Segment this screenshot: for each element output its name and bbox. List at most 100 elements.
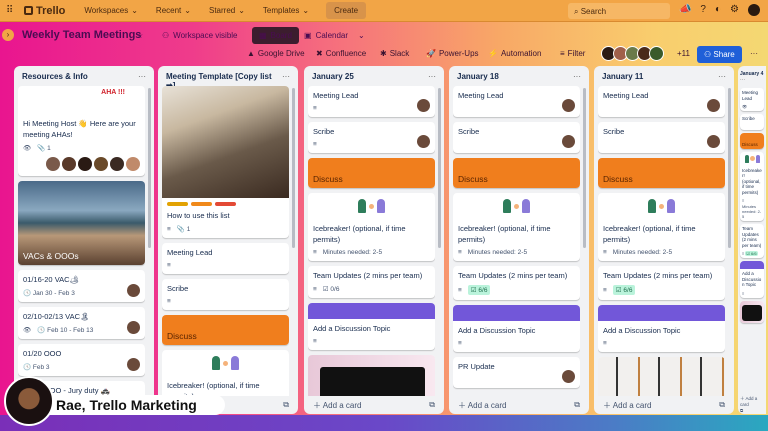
megaphone-icon[interactable]: 📣 [679, 4, 691, 16]
list-scrollbar[interactable] [148, 88, 151, 248]
member-avatar[interactable] [46, 157, 60, 171]
card[interactable]: Add a Discussion Topic ≡ [308, 303, 435, 350]
card[interactable]: Icebreaker! (optional, if time permits)≡… [162, 350, 289, 396]
member-avatar[interactable] [94, 157, 108, 171]
card[interactable]: PR Update [453, 357, 580, 388]
list-menu-icon[interactable]: ··· [740, 77, 745, 83]
card[interactable]: Icebreaker! (optional, if time permits)≡… [598, 193, 725, 261]
card[interactable]: Discuss [740, 132, 764, 149]
create-button[interactable]: Create [326, 2, 367, 19]
member-avatar[interactable] [127, 321, 140, 334]
member-avatar[interactable] [562, 370, 575, 383]
card-template-icon[interactable]: ⧉ [719, 400, 725, 410]
member-avatar[interactable] [417, 135, 430, 148]
card-template-icon[interactable]: ⧉ [574, 400, 580, 410]
list-title[interactable]: January 25 [312, 72, 354, 81]
trello-logo[interactable]: Trello [24, 5, 65, 17]
card[interactable]: 01/20 OOO 🕓 Feb 3 [18, 344, 145, 376]
card[interactable]: 02/10-02/13 VAC🏝 👁 🕓 Feb 10 - Feb 13 [18, 307, 145, 339]
nav-starred[interactable]: Starred ⌄ [202, 3, 252, 18]
board-menu-icon[interactable]: ··· [750, 49, 758, 58]
card[interactable]: Add a Discussion Topic ≡ [598, 305, 725, 352]
member-avatar[interactable] [78, 157, 92, 171]
views-chevron-icon[interactable]: ⌄ [358, 31, 365, 40]
nav-workspaces[interactable]: Workspaces ⌄ [77, 3, 145, 18]
card[interactable] [308, 355, 435, 396]
app-switcher-icon[interactable]: ⠿ [6, 5, 20, 16]
add-card-button[interactable]: ＋ Add a card [603, 400, 651, 411]
card[interactable]: Team Updates (2 mins per team) ≡ ☑ 6/6 [453, 266, 580, 300]
list-scrollbar[interactable] [438, 88, 441, 248]
card[interactable] [598, 357, 725, 396]
board-title[interactable]: Weekly Team Meetings [22, 29, 141, 41]
card-template-icon[interactable]: ⧉ [740, 408, 743, 413]
member-avatar[interactable] [62, 157, 76, 171]
list-title[interactable]: January 11 [602, 72, 643, 81]
card[interactable]: Team Updates (2 mins per team) ≡ ☑ 6/6 [740, 224, 764, 258]
member-avatar[interactable] [127, 284, 140, 297]
card[interactable]: 01/16-20 VAC🏕 🕓 Jan 30 - Feb 3 [18, 270, 145, 302]
member-avatar[interactable] [707, 99, 720, 112]
card[interactable]: Discuss [162, 315, 289, 345]
card[interactable]: Discuss [453, 158, 580, 188]
member-avatar[interactable] [417, 99, 430, 112]
add-card-button[interactable]: ＋ Add a card [313, 400, 361, 411]
share-button[interactable]: ⚇ Share [697, 46, 742, 63]
star-icon[interactable]: ☆ [136, 31, 143, 40]
list-scrollbar[interactable] [583, 88, 586, 248]
list-menu-icon[interactable]: ··· [718, 72, 726, 81]
nav-templates[interactable]: Templates ⌄ [256, 3, 316, 18]
card[interactable]: Scribe ≡ [162, 279, 289, 310]
member-avatar[interactable] [562, 99, 575, 112]
card[interactable]: Scribe ≡ [308, 122, 435, 153]
card[interactable]: Discuss [308, 158, 435, 188]
card[interactable]: Team Updates (2 mins per team) ≡ ☑ 6/6 [598, 266, 725, 300]
card[interactable]: Scribe [453, 122, 580, 153]
member-avatar[interactable] [126, 157, 140, 171]
list-title[interactable]: January 18 [457, 72, 499, 81]
list-title[interactable]: Resources & Info [22, 72, 88, 81]
sidebar-toggle-icon[interactable]: › [2, 29, 14, 41]
card[interactable]: Meeting Lead [598, 86, 725, 117]
card[interactable]: Add a Discussion Topic ≡ [740, 261, 764, 298]
card[interactable]: Icebreaker! (optional, if time permits)≡… [308, 193, 435, 261]
add-card-button[interactable]: ＋ Add a card [458, 400, 506, 411]
confluence-button[interactable]: ✖ Confluence [316, 49, 366, 58]
user-avatar[interactable] [748, 4, 760, 16]
search-input[interactable]: ⌕ Search [568, 3, 670, 19]
list-menu-icon[interactable]: ··· [573, 72, 581, 81]
member-avatar[interactable] [127, 358, 140, 371]
list-menu-icon[interactable]: ··· [138, 72, 146, 81]
card[interactable]: Meeting Lead ≡ [162, 243, 289, 274]
card[interactable]: Meeting Lead [453, 86, 580, 117]
board-members[interactable] [601, 46, 664, 61]
member-avatar[interactable] [110, 157, 124, 171]
card[interactable]: Meeting Lead 👁 [740, 88, 764, 111]
member-overflow-count[interactable]: +11 [677, 49, 690, 58]
google-drive-button[interactable]: ▲ Google Drive [247, 49, 305, 58]
notifications-icon[interactable]: ⚙ [730, 4, 739, 16]
list-scrollbar[interactable] [728, 88, 731, 248]
card[interactable]: AHA !!! Hi Meeting Host 👋 Here are your m… [18, 86, 145, 176]
power-ups-button[interactable]: 🚀 Power-Ups [426, 49, 479, 58]
card[interactable]: Discuss [598, 158, 725, 188]
card[interactable]: Icebreaker! (optional, if time permits)≡… [740, 151, 764, 221]
automation-button[interactable]: ⚡ Automation [488, 49, 541, 58]
card[interactable]: Team Updates (2 mins per team) ≡ ☑ 0/6 [308, 266, 435, 298]
view-calendar-tab[interactable]: ▣ Calendar [304, 31, 348, 40]
card-template-icon[interactable]: ⧉ [283, 400, 289, 410]
card[interactable]: VACs & OOOs [18, 181, 145, 265]
member-avatar[interactable] [562, 135, 575, 148]
theme-icon[interactable]: ◐ [715, 4, 721, 16]
card[interactable]: Icebreaker! (optional, if time permits)≡… [453, 193, 580, 261]
card[interactable]: Meeting Lead ≡ [308, 86, 435, 117]
card[interactable]: How to use this list ≡ 📎 1 [162, 86, 289, 238]
add-card-button[interactable]: ＋ Add a card [740, 396, 764, 407]
slack-button[interactable]: ✱ Slack [380, 49, 409, 58]
visibility-button[interactable]: ⚇ Workspace visible [162, 31, 238, 40]
nav-recent[interactable]: Recent ⌄ [149, 3, 198, 18]
member-avatar[interactable] [707, 135, 720, 148]
card[interactable]: Scribe [598, 122, 725, 153]
list-scrollbar[interactable] [292, 88, 295, 248]
card-template-icon[interactable]: ⧉ [429, 400, 435, 410]
